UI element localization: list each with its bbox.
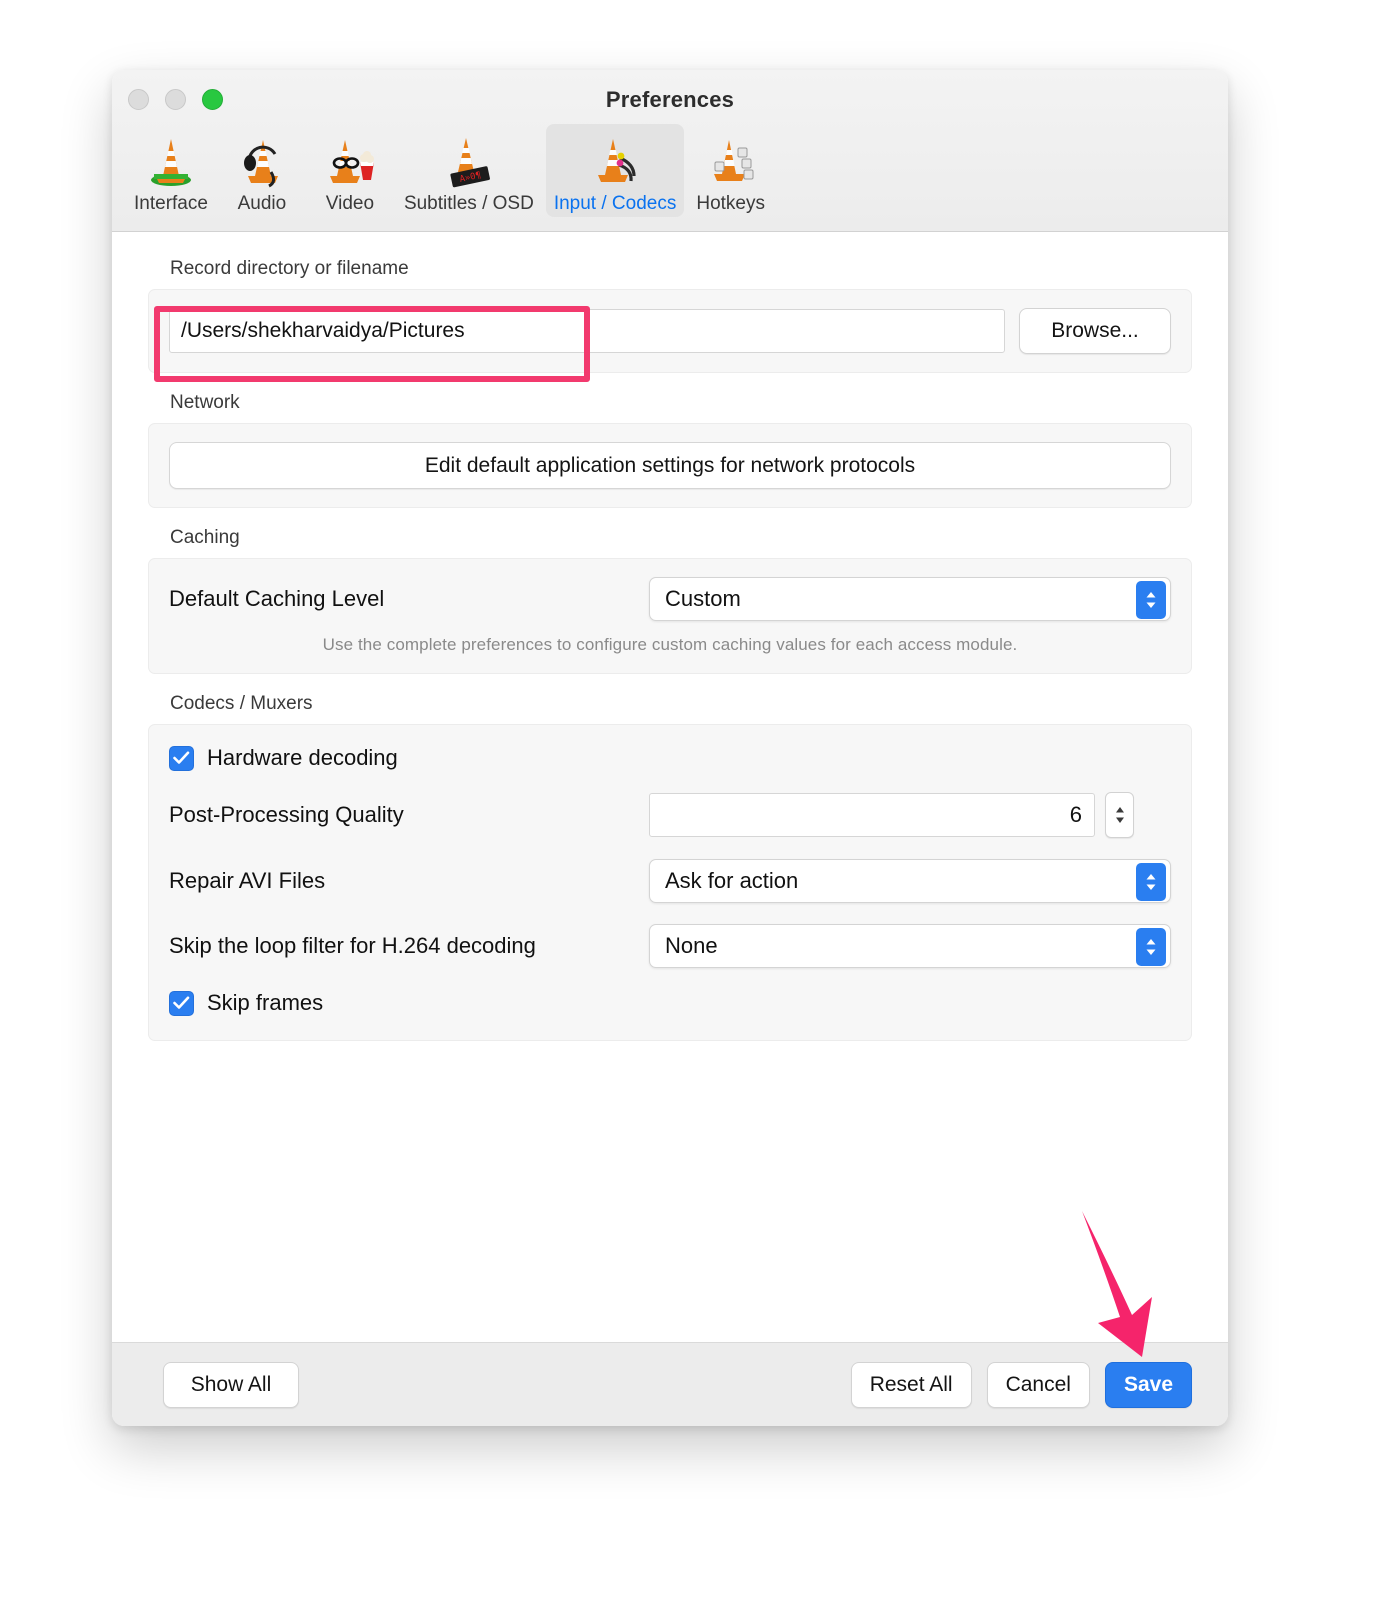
chevron-updown-icon [1136, 863, 1166, 901]
preferences-window: Preferences Interface Audio Video A»0¶ S… [112, 70, 1228, 1426]
post-processing-control [649, 792, 1171, 838]
hardware-decoding-label: Hardware decoding [207, 745, 398, 770]
repair-avi-value: Ask for action [665, 868, 799, 893]
edit-network-protocols-button[interactable]: Edit default application settings for ne… [169, 442, 1171, 489]
skip-frames-row[interactable]: Skip frames [169, 990, 1171, 1016]
record-section: Browse... [148, 289, 1192, 373]
tab-input-codecs[interactable]: Input / Codecs [545, 124, 685, 217]
vlc-cone-subtitles-icon: A»0¶ [438, 130, 500, 190]
chevron-updown-icon [1136, 928, 1166, 966]
tab-hotkeys-label: Hotkeys [696, 193, 765, 214]
caching-level-label: Default Caching Level [169, 586, 385, 611]
tab-audio-label: Audio [237, 193, 287, 214]
skip-loop-filter-row: Skip the loop filter for H.264 decoding … [169, 924, 1171, 968]
repair-avi-row: Repair AVI Files Ask for action [169, 859, 1171, 903]
screenshot-root: Preferences Interface Audio Video A»0¶ S… [0, 0, 1384, 1624]
caching-level-value: Custom [665, 586, 741, 611]
record-section-label: Record directory or filename [170, 258, 409, 279]
caching-section: Default Caching Level Custom Use the com… [148, 558, 1192, 674]
record-path-input[interactable] [169, 309, 1005, 353]
post-processing-label: Post-Processing Quality [169, 802, 404, 827]
hardware-decoding-row[interactable]: Hardware decoding [169, 745, 1171, 771]
caching-level-select[interactable]: Custom [649, 577, 1171, 621]
vlc-cone-keys-icon [700, 130, 762, 190]
post-processing-row: Post-Processing Quality [169, 792, 1171, 838]
reset-all-button[interactable]: Reset All [850, 1361, 972, 1408]
preferences-toolbar: Interface Audio Video A»0¶ Subtitles / O… [112, 124, 1228, 217]
skip-loop-filter-value: None [665, 933, 718, 958]
skip-loop-filter-control: None [649, 924, 1171, 968]
repair-avi-label: Repair AVI Files [169, 868, 326, 893]
window-titlebar: Preferences Interface Audio Video A»0¶ S… [112, 70, 1228, 232]
cancel-button[interactable]: Cancel [986, 1361, 1090, 1408]
vlc-cone-interface-icon [140, 130, 202, 190]
tab-input-codecs-label: Input / Codecs [553, 193, 677, 214]
tab-interface[interactable]: Interface [126, 124, 216, 217]
show-all-button[interactable]: Show All [163, 1361, 299, 1408]
network-section: Edit default application settings for ne… [148, 423, 1192, 508]
chevron-updown-icon [1136, 581, 1166, 619]
browse-button[interactable]: Browse... [1019, 308, 1171, 354]
tab-video[interactable]: Video [308, 124, 392, 217]
vlc-cone-headphones-icon [231, 130, 293, 190]
caching-section-label: Caching [170, 527, 240, 548]
tab-audio[interactable]: Audio [220, 124, 304, 217]
tab-video-label: Video [325, 193, 375, 214]
codecs-section-label: Codecs / Muxers [170, 693, 313, 714]
save-button[interactable]: Save [1104, 1361, 1192, 1408]
record-row: Browse... [169, 308, 1171, 354]
skip-loop-filter-label: Skip the loop filter for H.264 decoding [169, 933, 536, 958]
window-title: Preferences [605, 87, 735, 112]
codecs-section: Hardware decoding Post-Processing Qualit… [148, 724, 1192, 1041]
skip-frames-checkbox[interactable] [169, 990, 194, 1016]
tab-interface-label: Interface [134, 193, 208, 214]
vlc-cone-cables-icon [584, 130, 646, 190]
caching-hint: Use the complete preferences to configur… [322, 635, 1018, 654]
tab-hotkeys[interactable]: Hotkeys [688, 124, 773, 217]
caching-level-row: Default Caching Level Custom [169, 577, 1171, 621]
preferences-content: Record directory or filename Browse... N… [112, 232, 1228, 1342]
vlc-cone-popcorn-icon [319, 130, 381, 190]
post-processing-stepper[interactable] [1105, 792, 1134, 838]
repair-avi-select[interactable]: Ask for action [649, 859, 1171, 903]
skip-loop-filter-select[interactable]: None [649, 924, 1171, 968]
network-section-label: Network [170, 392, 240, 413]
tab-subtitles-osd-label: Subtitles / OSD [403, 193, 534, 214]
preferences-footer: Show All Reset All Cancel Save [112, 1342, 1228, 1426]
hardware-decoding-checkbox[interactable] [169, 745, 194, 771]
post-processing-input[interactable] [649, 793, 1095, 837]
repair-avi-control: Ask for action [649, 859, 1171, 903]
skip-frames-label: Skip frames [207, 990, 324, 1015]
tab-subtitles-osd[interactable]: A»0¶ Subtitles / OSD [396, 124, 542, 217]
